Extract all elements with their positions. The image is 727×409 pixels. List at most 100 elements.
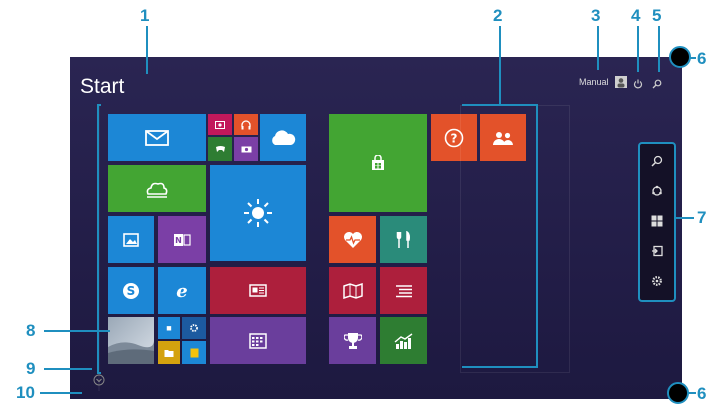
calendar-tile[interactable]	[210, 317, 306, 364]
hot-corner-bottom-right[interactable]	[667, 382, 689, 404]
weather-tile[interactable]	[210, 165, 306, 261]
svg-text:?: ?	[451, 131, 458, 145]
user-name[interactable]: Manual	[579, 77, 609, 87]
hot-corner-top-right[interactable]	[669, 46, 691, 68]
onedrive-tile[interactable]	[260, 114, 306, 161]
money-tile[interactable]	[380, 317, 427, 364]
cloud-icon	[272, 129, 296, 145]
windows-icon	[651, 215, 663, 227]
heart-icon	[343, 231, 362, 248]
desktop-app-tile-2[interactable]	[182, 341, 206, 364]
map-icon	[342, 282, 363, 299]
mail-tile[interactable]	[108, 114, 206, 161]
svg-text:N: N	[175, 236, 182, 245]
start-title: Start	[80, 75, 125, 98]
callout-9-line	[44, 368, 92, 370]
callout-6-top-line	[690, 57, 696, 59]
start-screen: Start Manual N S e ■ ?	[70, 57, 682, 399]
gear-icon	[190, 324, 198, 332]
power-icon[interactable]	[633, 76, 643, 89]
callout-7: 7	[697, 208, 707, 227]
store-icon	[372, 155, 384, 170]
list-icon	[395, 284, 412, 297]
callout-2-line	[499, 26, 501, 106]
internet-explorer-icon: e	[176, 281, 187, 301]
folder-icon	[164, 349, 174, 357]
file-explorer-tile[interactable]	[158, 341, 180, 364]
callout-2-hline	[462, 104, 538, 106]
news-tile[interactable]	[210, 267, 306, 314]
callout-7-line	[674, 217, 694, 219]
callout-2: 2	[493, 6, 503, 25]
svg-text:e: e	[176, 281, 187, 301]
charm-settings[interactable]	[640, 268, 674, 294]
empty-group-area	[460, 105, 570, 373]
callout-3-line	[597, 26, 599, 70]
desktop-app-tile-1[interactable]: ■	[158, 317, 180, 339]
callout-1: 1	[140, 6, 150, 25]
callout-8: 8	[26, 321, 36, 340]
group-1-bracket	[97, 104, 101, 374]
callout-4-line	[637, 26, 639, 72]
callout-9: 9	[26, 359, 36, 378]
callout-5-line	[658, 26, 660, 72]
sun-icon	[244, 199, 272, 227]
apps-view-arrow-icon[interactable]	[93, 373, 105, 386]
callout-2-vline	[536, 104, 538, 368]
chart-icon	[394, 332, 412, 349]
photos-tile[interactable]	[108, 216, 154, 263]
search-icon[interactable]	[652, 76, 662, 89]
callout-10: 10	[16, 383, 35, 402]
sports-tile[interactable]	[329, 317, 376, 364]
desktop-tile[interactable]	[108, 165, 206, 212]
landscape-icon	[146, 182, 168, 198]
calendar-icon	[249, 332, 267, 349]
video-tile[interactable]	[208, 114, 232, 135]
camera-icon	[241, 146, 251, 153]
charm-start[interactable]	[640, 208, 674, 234]
callout-5: 5	[652, 6, 662, 25]
picture-icon	[123, 232, 139, 247]
games-tile[interactable]	[208, 137, 232, 161]
headphones-icon	[241, 119, 251, 129]
user-avatar-icon[interactable]	[615, 75, 627, 88]
callout-8-line	[44, 330, 110, 332]
internet-explorer-tile[interactable]: e	[158, 267, 206, 314]
store-tile[interactable]	[329, 114, 427, 212]
camera-tile[interactable]	[234, 137, 258, 161]
music-tile[interactable]	[234, 114, 258, 135]
callout-6-top: 6	[697, 49, 707, 68]
news-icon	[249, 284, 267, 297]
svg-text:S: S	[127, 284, 136, 298]
desktop-wallpaper-tile[interactable]	[108, 317, 154, 364]
wallpaper-preview	[108, 341, 154, 364]
callout-10-line	[40, 392, 82, 394]
charm-share[interactable]	[640, 178, 674, 204]
reading-list-tile[interactable]	[380, 267, 427, 314]
callout-3: 3	[591, 6, 601, 25]
fork-knife-icon	[396, 230, 410, 248]
callout-6-bottom: 6	[697, 384, 707, 403]
settings-app-tile[interactable]	[182, 317, 206, 339]
app-icon: ■	[166, 323, 172, 333]
charm-devices[interactable]	[640, 238, 674, 264]
devices-icon	[652, 245, 663, 257]
search-icon	[651, 155, 663, 167]
share-icon	[652, 185, 662, 196]
health-tile[interactable]	[329, 216, 376, 263]
gear-icon	[652, 276, 662, 286]
callout-6-bottom-line	[688, 392, 696, 394]
food-tile[interactable]	[380, 216, 427, 263]
maps-tile[interactable]	[329, 267, 376, 314]
document-icon	[190, 348, 198, 357]
gamepad-icon	[215, 146, 225, 152]
charm-search[interactable]	[640, 148, 674, 174]
onenote-icon: N	[174, 233, 191, 246]
onenote-tile[interactable]: N	[158, 216, 206, 263]
skype-tile[interactable]: S	[108, 267, 154, 314]
callout-1-line	[146, 26, 148, 74]
callout-2-bline	[462, 366, 538, 368]
skype-icon: S	[123, 282, 139, 299]
video-icon	[215, 120, 225, 129]
charms-bar	[638, 142, 676, 302]
